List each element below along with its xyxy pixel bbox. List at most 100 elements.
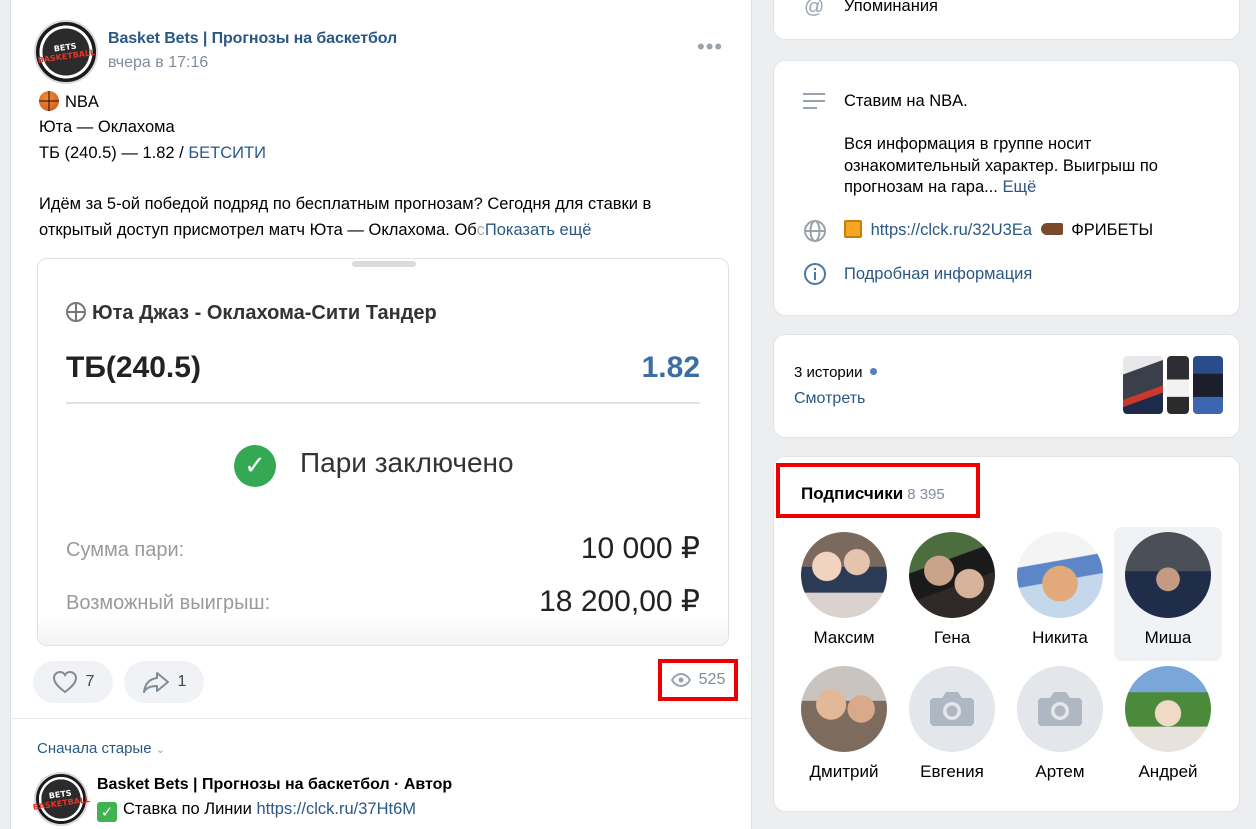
sort-label: Сначала старые [37, 740, 152, 757]
stories-thumbnails[interactable] [1123, 356, 1223, 414]
story-thumb[interactable] [1193, 356, 1223, 414]
comment-author-link[interactable]: Basket Bets | Прогнозы на баскетбол [97, 776, 390, 793]
details-link[interactable]: Подробная информация [844, 263, 1032, 285]
more-horizontal-icon[interactable]: ••• [697, 34, 723, 60]
camera-icon [1038, 692, 1082, 726]
subscriber-item[interactable]: Евгения [898, 666, 1006, 796]
website-suffix: ФРИБЕТЫ [1071, 221, 1154, 239]
subscribers-title-text: Подписчики [801, 484, 904, 503]
stories-count: 3 истории [794, 364, 877, 381]
subscriber-name: Евгения [920, 762, 984, 781]
subscribers-count: 8 395 [907, 486, 945, 503]
stake-value: 10 000 ₽ [580, 532, 700, 565]
story-thumb[interactable] [1123, 356, 1163, 414]
subscriber-item[interactable]: Артем [1006, 666, 1114, 796]
heart-icon [52, 670, 77, 694]
slip-fade [38, 615, 728, 645]
description-line-1: Вся информация в группе носит [844, 135, 1092, 153]
pointing-hand-icon [1040, 223, 1063, 235]
subscriber-name: Никита [1032, 628, 1088, 647]
check-circle-icon: ✓ [234, 445, 276, 487]
paragraph-2-fade: с [476, 221, 485, 239]
group-avatar[interactable]: BETS BASKETBALL [34, 20, 98, 84]
gift-icon [844, 220, 862, 238]
camera-icon [930, 692, 974, 726]
views-counter: 525 [658, 659, 738, 701]
check-mark-icon: ✓ [97, 802, 117, 822]
subscriber-item[interactable]: Гена [898, 530, 1006, 660]
chevron-down-icon: ⌄ [155, 744, 165, 756]
subscriber-name: Миша [1144, 628, 1192, 647]
comments-separator [11, 718, 751, 719]
text-lines-icon [803, 93, 825, 109]
post-time[interactable]: вчера в 17:16 [108, 54, 208, 72]
post-line-match: Юта — Оклахома [39, 118, 175, 136]
post-line-league: NBA [39, 90, 99, 115]
description-text: прогнозам на гара... [844, 178, 998, 196]
mentions-link[interactable]: Упоминания [844, 0, 938, 16]
website-link[interactable]: https://clck.ru/32U3Ea [871, 221, 1032, 239]
bookmaker-link[interactable]: БЕТСИТИ [188, 144, 266, 162]
paragraph-2-text: открытый доступ присмотрел матч Юта — Ок… [39, 221, 477, 239]
subscriber-item[interactable]: Андрей [1114, 666, 1222, 796]
like-button[interactable]: 7 [33, 661, 113, 703]
subscriber-name: Дмитрий [809, 762, 879, 781]
subscriber-avatar [1017, 666, 1103, 752]
subscriber-avatar [1017, 532, 1103, 618]
description-line-2: ознакомительный характер. Выигрыш по [844, 157, 1158, 175]
slip-odds: 1.82 [641, 351, 700, 384]
post-author-link[interactable]: Basket Bets | Прогнозы на баскетбол [108, 30, 397, 48]
comment-body: Ставка по Линии [123, 800, 257, 818]
new-dot-icon [869, 368, 877, 375]
stories-count-text: 3 истории [794, 364, 863, 381]
share-icon [142, 672, 169, 693]
subscriber-avatar [1125, 532, 1211, 618]
subscriber-avatar [909, 532, 995, 618]
bet-slip-image[interactable]: Юта Джаз - Оклахома-Сити Тандер ТБ(240.5… [37, 258, 729, 646]
description-more-link[interactable]: Ещё [1002, 178, 1036, 196]
slip-divider [66, 402, 700, 404]
share-count: 1 [177, 673, 187, 690]
sheet-handle [352, 261, 416, 267]
subscriber-avatar [909, 666, 995, 752]
league-text: NBA [65, 93, 99, 111]
post-paragraph-1: Идём за 5-ой победой подряд по бесплатны… [39, 195, 652, 213]
subscribers-title[interactable]: Подписчики 8 395 [801, 484, 945, 504]
subscriber-name: Гена [933, 628, 971, 647]
slip-market: ТБ(240.5) [66, 351, 201, 384]
basketball-icon [39, 91, 59, 111]
subscriber-item[interactable]: Никита [1006, 530, 1114, 660]
win-value: 18 200,00 ₽ [539, 585, 700, 618]
win-label: Возможный выигрыш: [66, 592, 271, 614]
show-more-link[interactable]: Показать ещё [485, 221, 592, 239]
basketball-outline-icon [66, 302, 86, 322]
globe-icon [804, 220, 826, 242]
views-count: 525 [698, 671, 726, 688]
subscriber-avatar [1125, 666, 1211, 752]
stake-label: Сумма пари: [66, 539, 185, 561]
at-sign-icon: @ [804, 0, 825, 18]
comment-link[interactable]: https://clck.ru/37Ht6M [256, 800, 416, 818]
mentions-card: @ Упоминания [773, 0, 1240, 40]
subscriber-item[interactable]: Максим [790, 530, 898, 660]
description-title: Ставим на NBA. [844, 92, 968, 110]
stories-watch-link[interactable]: Смотреть [794, 390, 865, 408]
subscriber-item[interactable]: Дмитрий [790, 666, 898, 796]
subscriber-avatar [801, 666, 887, 752]
subscriber-avatar [801, 532, 887, 618]
comments-sort[interactable]: Сначала старые ⌄ [37, 740, 165, 757]
slip-status: Пари заключено [300, 447, 514, 478]
subscriber-name: Артем [1035, 762, 1085, 781]
comment-author: Basket Bets | Прогнозы на баскетбол · Ав… [97, 776, 452, 794]
subscriber-name: Андрей [1138, 762, 1198, 781]
bet-text: ТБ (240.5) — 1.82 / [39, 144, 189, 162]
comment-author-avatar[interactable]: BETS BASKETBALL [32, 772, 91, 826]
group-logo-icon: BETS BASKETBALL [32, 788, 91, 812]
subscriber-item[interactable]: Миша [1114, 527, 1222, 661]
story-thumb[interactable] [1167, 356, 1189, 414]
author-badge: · Автор [389, 776, 453, 793]
description-line-3: прогнозам на гара... Ещё [844, 176, 1036, 198]
share-button[interactable]: 1 [124, 661, 204, 703]
post-line-bet: ТБ (240.5) — 1.82 / БЕТСИТИ [39, 141, 266, 166]
website-row: https://clck.ru/32U3Ea ФРИБЕТЫ [844, 219, 1153, 241]
